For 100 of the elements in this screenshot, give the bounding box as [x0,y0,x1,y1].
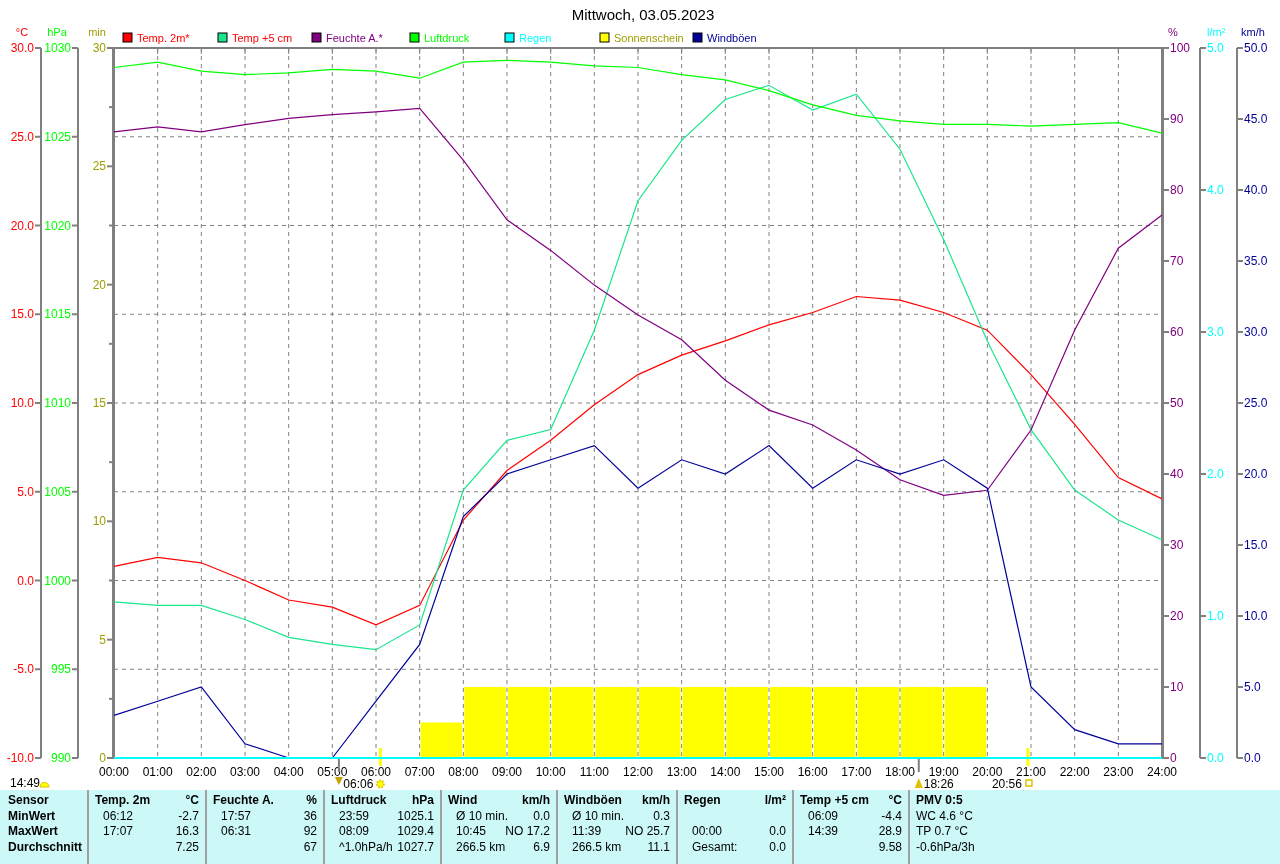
axis-label: 90 [1170,112,1184,126]
stat-label: 23:59 [338,808,370,824]
axis-unit: l/m² [1207,26,1226,38]
legend-label: Temp +5 cm [232,32,293,44]
stat-label: 266.5 km [455,839,506,855]
stat-value: TP 0.7 °C [916,824,969,840]
time-label: 11:00 [579,765,609,779]
column-header: Windböen [564,793,622,809]
legend-label: Temp. 2m* [137,32,190,44]
unit-label: °C [185,793,199,809]
time-label: 04:00 [273,765,304,779]
stat-value: 28.9 [878,824,902,840]
axis-label: 70 [1170,254,1184,268]
square-icon [1025,779,1033,787]
column-header: Regen [684,793,721,809]
moonset-time: 18:26 [923,777,954,790]
time-label: 07:00 [404,765,435,779]
stat-value: WC 4.6 °C [916,808,974,824]
time-label: 14:00 [710,765,741,779]
axis-label: 10 [92,514,106,529]
axis-label: 0.0 [1244,751,1261,765]
time-label: 23:00 [1103,765,1134,779]
legend-label: Luftdruck [424,32,470,44]
stat-value: 7.25 [175,839,199,855]
time-label: 17:00 [841,765,872,779]
axis-label: -5.0 [13,662,34,677]
time-label: 20:00 [972,765,1003,779]
stat-value: 36 [303,808,317,824]
sunshine-bar [944,687,987,758]
half-sun-icon [39,782,50,788]
axis-label: 30.0 [1244,325,1268,339]
chart-title: Mittwoch, 03.05.2023 [571,6,715,23]
stat-label: 11:39 [571,824,602,840]
axis-label: 1030 [44,41,71,55]
sunshine-bar [639,687,681,758]
unit-label: hPa [412,793,434,809]
time-label: 18:00 [885,765,915,779]
sunshine-bar [813,687,856,758]
stat-label: 06:09 [807,808,839,824]
stat-value: -4.4 [881,808,902,824]
legend-swatch [504,32,515,43]
stat-label: 08:09 [338,824,370,840]
stat-value: 0.3 [653,808,670,824]
stat-value: 0.0 [769,839,786,855]
time-label: 13:00 [666,765,697,779]
legend-swatch [599,32,610,43]
sunshine-bar [595,687,637,758]
stat-label: Ø 10 min. [455,808,509,824]
stat-value: 1025.1 [397,808,434,824]
stat-label: 00:00 [691,824,723,840]
axis-unit: min [88,26,106,38]
sunset-time: 20:56 [991,777,1022,790]
stat-value: NO 17.2 [505,824,550,840]
time-label: 02:00 [186,765,217,779]
stat-value: NO 25.7 [625,824,670,840]
axis-label: 5.0 [1207,41,1224,55]
stat-value: 9.58 [878,839,902,855]
axis-label: 20.0 [10,218,34,233]
axis-label: -10.0 [6,751,34,765]
stat-value: 92 [303,824,317,840]
axis-label: 0.0 [1207,751,1224,765]
axis-label: 5.0 [17,484,34,499]
column-header: Luftdruck [331,793,387,809]
stat-label: 17:07 [102,824,134,840]
axis-label: 35.0 [1244,254,1268,268]
axis-label: 30.0 [10,41,34,55]
sunshine-bar [770,687,812,758]
axis-label: 40 [1170,467,1184,481]
unit-label: % [306,793,317,809]
axis-label: 25.0 [1244,396,1268,410]
sun-icon [375,779,385,789]
axis-label: 80 [1170,183,1184,197]
column-header: Sensor [8,793,50,809]
stat-value: 0.0 [533,808,550,824]
axis-label: 1000 [44,573,71,588]
stat-label: Ø 10 min. [571,808,625,824]
stat-value: 11.1 [647,839,670,855]
sunshine-bar [682,687,725,758]
stat-value: 1027.7 [397,839,434,855]
stat-label: 06:31 [220,824,252,840]
axis-label: 20 [1170,609,1184,623]
axis-label: 5 [99,632,106,647]
legend-label: Windböen [707,32,757,44]
column-header: Feuchte A. [213,793,274,809]
stat-label: 266.5 km [571,839,622,855]
sunshine-bar [901,687,943,758]
axis-label: 2.0 [1207,467,1224,481]
stat-value: 67 [303,839,317,855]
stat-value: 6.9 [533,839,550,855]
time-label: 10:00 [535,765,566,779]
axis-label: 30 [92,41,106,55]
stat-label: 10:45 [455,824,487,840]
sunshine-bar [726,687,768,758]
stat-label: 14:39 [807,824,839,840]
legend-swatch [217,32,228,43]
axis-label: 50 [1170,396,1184,410]
axis-label: 3.0 [1207,325,1224,339]
legend-swatch [692,32,703,43]
time-label: 01:00 [142,765,173,779]
axis-label: 10.0 [1244,609,1268,623]
